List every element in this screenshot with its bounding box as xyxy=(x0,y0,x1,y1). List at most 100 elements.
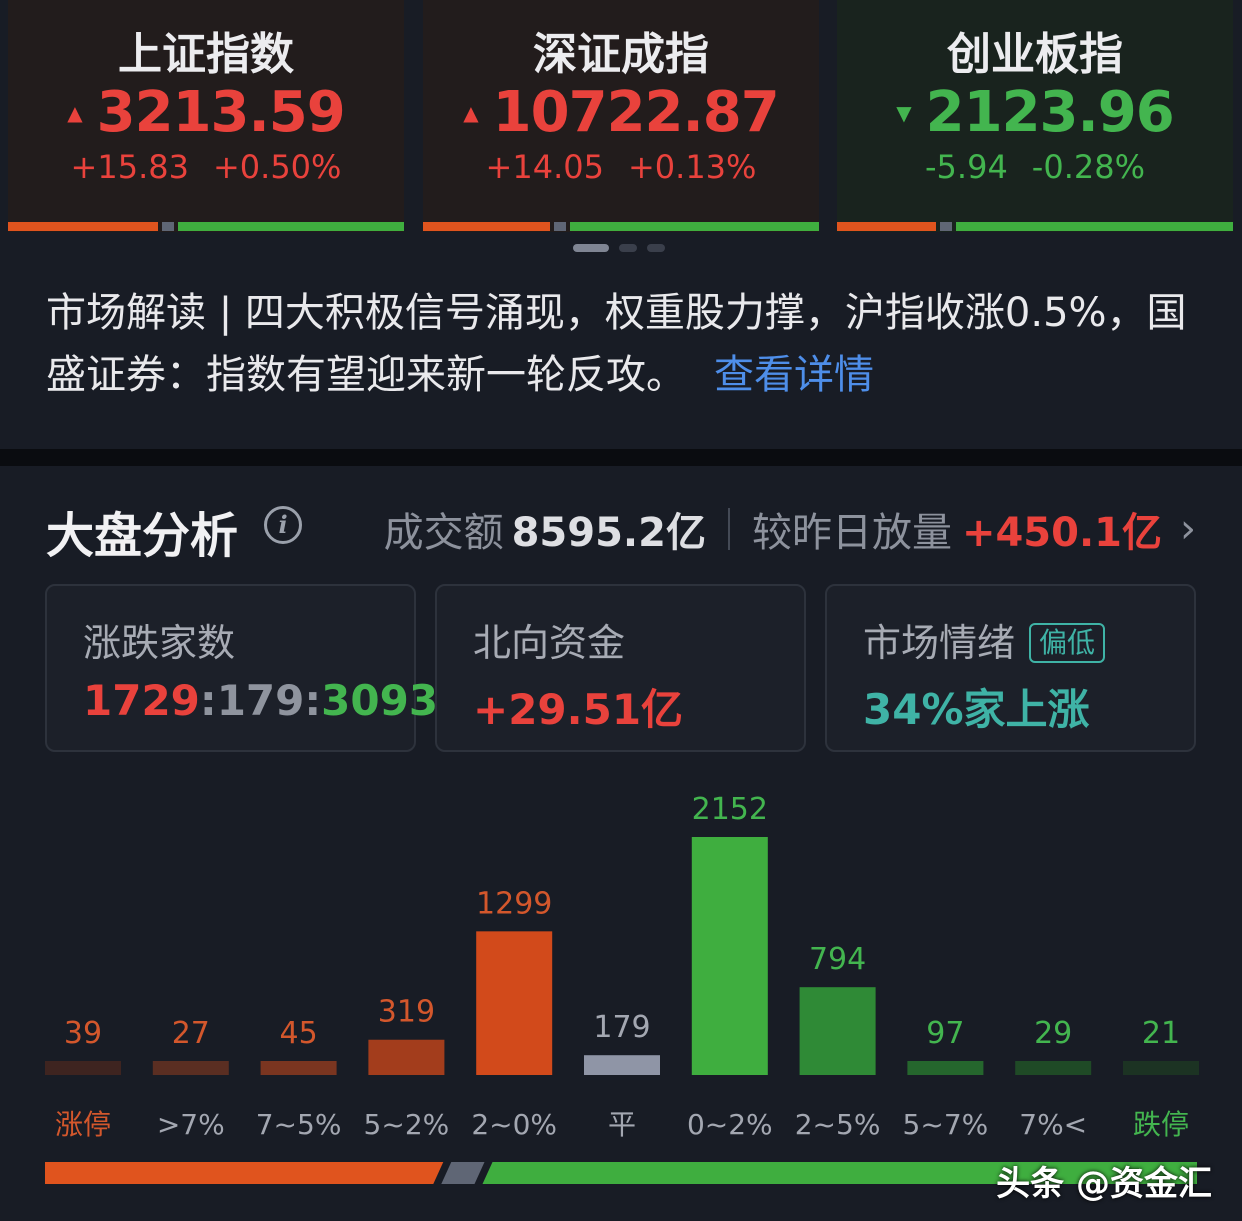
ratio-bar-down xyxy=(955,222,1233,231)
category-label-7: 2~5% xyxy=(795,1108,881,1141)
data-label-9: 29 xyxy=(1034,1016,1072,1051)
northbound-value: +29.51亿 xyxy=(473,685,684,734)
data-label-2: 45 xyxy=(280,1016,318,1051)
turnover-summary[interactable]: 成交额 8595.2亿 较昨日放量 +450.1亿 › xyxy=(384,500,1196,558)
index-change: +14.05 xyxy=(485,148,604,186)
bar-7 xyxy=(799,987,876,1075)
arrow-up-icon: ▲ xyxy=(463,100,479,125)
category-label-4: 2~0% xyxy=(471,1108,557,1141)
ratio-bar-down xyxy=(178,222,404,231)
breadth-card[interactable]: 涨跌家数 1729:179:3093 xyxy=(45,584,438,752)
ratio-bar-up xyxy=(423,222,550,231)
ratio-bar-flat xyxy=(162,222,175,231)
bar-0 xyxy=(45,1061,121,1075)
arrow-up-icon: ▲ xyxy=(67,100,83,125)
bar-3 xyxy=(368,1039,445,1075)
watermark: 头条 @资金汇 xyxy=(996,1164,1212,1204)
category-label-9: 7%< xyxy=(1019,1108,1087,1141)
index-card-shenzhen[interactable]: 深证成指 ▲ 10722.87 +14.05 +0.13% xyxy=(423,0,819,232)
index-change-pct: +0.13% xyxy=(627,148,757,186)
ratio-bar-up xyxy=(8,222,159,231)
index-ratio-bar xyxy=(423,222,819,231)
bar-8 xyxy=(907,1061,984,1075)
category-label-6: 0~2% xyxy=(687,1108,773,1141)
turnover-value: 8595.2亿 xyxy=(511,510,706,556)
index-change: +15.83 xyxy=(70,148,189,186)
pager-dot[interactable] xyxy=(647,244,665,252)
change-distribution-chart: 39 涨停 27 >7% 45 7~5% 319 5~2% 1299 2~0% 179 平 2152 0~… xyxy=(45,792,1199,1184)
index-name: 深证成指 xyxy=(533,29,709,80)
data-label-1: 27 xyxy=(172,1016,210,1051)
bar-2 xyxy=(260,1061,337,1075)
index-value: 2123.96 xyxy=(925,80,1175,145)
ratio-bar-flat xyxy=(940,222,952,231)
news-text: 市场解读 | 四大积极信号涌现，权重股力撑，沪指收涨0.5%，国盛证券：指数有望… xyxy=(46,290,1187,398)
data-label-5: 179 xyxy=(593,1010,650,1045)
category-label-5: 平 xyxy=(608,1108,636,1141)
breadth-flat-count: 179 xyxy=(216,676,305,725)
ratio-bar-up xyxy=(45,1162,444,1184)
index-name: 创业板指 xyxy=(947,29,1123,80)
breadth-down-count: 3093 xyxy=(321,676,439,725)
sentiment-label-text: 市场情绪 xyxy=(863,621,1016,665)
breadth-sep: : xyxy=(304,676,322,725)
data-label-4: 1299 xyxy=(476,886,552,921)
index-value: 10722.87 xyxy=(492,80,780,145)
index-ratio-bar xyxy=(8,222,404,231)
northbound-card[interactable]: 北向资金 +29.51亿 xyxy=(435,584,806,752)
carousel-pager[interactable] xyxy=(573,244,665,252)
data-label-10: 21 xyxy=(1142,1016,1180,1051)
market-analysis-section: 大盘分析 i 成交额 8595.2亿 较昨日放量 +450.1亿 › 涨跌家数 … xyxy=(0,466,1242,1221)
bar-5 xyxy=(584,1055,660,1075)
chevron-right-icon[interactable]: › xyxy=(1180,506,1196,552)
category-label-1: >7% xyxy=(157,1108,225,1141)
compare-value: +450.1亿 xyxy=(961,510,1162,556)
index-name: 上证指数 xyxy=(118,29,294,80)
sentiment-card[interactable]: 市场情绪 偏低 34%家上涨 xyxy=(825,584,1196,752)
data-label-6: 2152 xyxy=(692,792,768,827)
category-label-0: 涨停 xyxy=(55,1108,111,1141)
breadth-sep: : xyxy=(199,676,217,725)
breadth-up-count: 1729 xyxy=(83,676,200,725)
northbound-label: 北向资金 xyxy=(473,621,626,665)
ratio-bar-flat xyxy=(553,222,566,231)
breadth-label: 涨跌家数 xyxy=(83,621,236,665)
compare-label: 较昨日放量 xyxy=(751,510,952,556)
pager-dot[interactable] xyxy=(573,244,609,252)
info-icon[interactable]: i xyxy=(264,506,302,544)
market-news[interactable]: 市场解读 | 四大积极信号涌现，权重股力撑，沪指收涨0.5%，国盛证券：指数有望… xyxy=(46,282,1206,406)
data-label-0: 39 xyxy=(64,1016,102,1051)
ratio-bar-up xyxy=(837,222,936,231)
category-label-2: 7~5% xyxy=(256,1108,342,1141)
arrow-down-icon: ▼ xyxy=(896,100,912,125)
data-label-8: 97 xyxy=(926,1016,964,1051)
data-label-7: 794 xyxy=(809,942,866,977)
index-header-section: 上证指数 ▲ 3213.59 +15.83 +0.50% 深证成指 ▲ 1072… xyxy=(0,0,1242,449)
view-details-link[interactable]: 查看详情 xyxy=(714,352,874,398)
pager-dot[interactable] xyxy=(619,244,637,252)
index-change-pct: -0.28% xyxy=(1031,148,1145,186)
bar-1 xyxy=(152,1061,229,1075)
analysis-title: 大盘分析 xyxy=(46,508,239,564)
category-label-3: 5~2% xyxy=(364,1108,450,1141)
bar-10 xyxy=(1123,1061,1199,1075)
bar-4 xyxy=(476,931,553,1075)
category-label-10: 跌停 xyxy=(1133,1108,1189,1141)
index-change-pct: +0.50% xyxy=(212,148,342,186)
index-ratio-bar xyxy=(837,222,1233,231)
sentiment-badge: 偏低 xyxy=(1029,623,1106,663)
index-change: -5.94 xyxy=(925,148,1008,186)
ratio-bar-flat xyxy=(441,1162,485,1184)
index-card-shanghai[interactable]: 上证指数 ▲ 3213.59 +15.83 +0.50% xyxy=(8,0,404,232)
turnover-label: 成交额 xyxy=(383,510,504,556)
index-value: 3213.59 xyxy=(96,80,346,145)
sentiment-label: 市场情绪 偏低 xyxy=(863,612,1106,667)
bar-6 xyxy=(691,837,768,1075)
breadth-value: 1729:179:3093 xyxy=(83,676,438,725)
ratio-bar-down xyxy=(569,222,819,231)
section-divider xyxy=(0,449,1242,466)
data-label-3: 319 xyxy=(378,995,435,1030)
bar-9 xyxy=(1015,1061,1092,1075)
index-card-chinext[interactable]: 创业板指 ▼ 2123.96 -5.94 -0.28% xyxy=(837,0,1233,232)
turnover-separator xyxy=(727,508,730,550)
